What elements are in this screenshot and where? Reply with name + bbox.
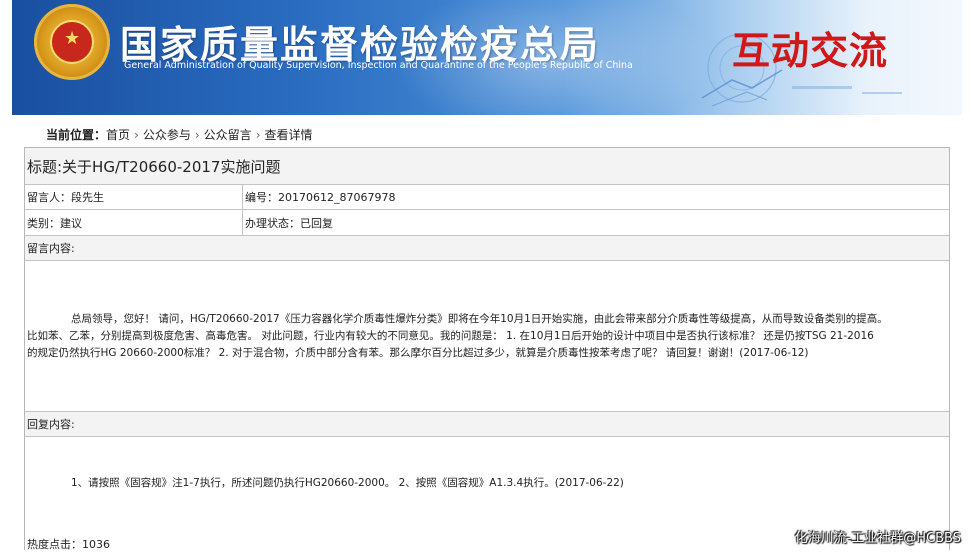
message-content: 总局领导，您好！ 请问，HG/T20660-2017《压力容器化学介质毒性爆炸分… — [25, 261, 949, 412]
author: 留言人：段先生 — [27, 191, 104, 204]
site-banner: ★ 国家质量监督检验检疫总局 General Administration of… — [12, 0, 962, 115]
emblem-logo: ★ — [34, 4, 110, 80]
section-title: 互动交流 — [732, 29, 889, 73]
reply-header: 回复内容: — [25, 412, 949, 437]
content-label: 留言内容: — [27, 242, 75, 255]
watermark: 化海川流-工业社群@HCBBS — [794, 531, 961, 546]
breadcrumb-separator: › — [255, 128, 261, 142]
breadcrumb-separator: › — [134, 128, 139, 142]
message-detail: 标题:关于HG/T20660-2017实施问题 留言人：段先生 编号：20170… — [24, 147, 950, 551]
message-title-row: 标题:关于HG/T20660-2017实施问题 — [25, 147, 949, 185]
info-row: 留言人：段先生 编号：20170612_87067978 — [25, 185, 949, 210]
reply-content: 1、请按照《固容规》注1-7执行，所述问题仍执行HG20660-2000。 2、… — [25, 437, 949, 532]
content-line: 比如苯、乙苯，分别提高到极度危害、高毒危害。 对此问题，行业内有较大的不同意见。… — [27, 330, 874, 342]
breadcrumb-separator: › — [194, 128, 200, 142]
banner-subtitle: General Administration of Quality Superv… — [124, 60, 633, 71]
status: 办理状态：已回复 — [242, 210, 949, 235]
emblem-inner: ★ — [50, 20, 94, 64]
breadcrumb-home[interactable]: 首页 — [106, 128, 130, 142]
info-row: 类别：建议 办理状态：已回复 — [25, 210, 949, 236]
content-line: 的规定仍然执行HG 20660-2000标准？ 2. 对于混合物，介质中部分含有… — [27, 347, 809, 359]
breadcrumb: 当前位置：首页 › 公众参与 › 公众留言 › 查看详情 — [46, 126, 313, 143]
content-line: 总局领导，您好！ 请问，HG/T20660-2017《压力容器化学介质毒性爆炸分… — [71, 313, 888, 325]
breadcrumb-public-messages[interactable]: 公众留言 — [204, 128, 252, 142]
message-number: 编号：20170612_87067978 — [242, 185, 949, 209]
reply-text: 1、请按照《固容规》注1-7执行，所述问题仍执行HG20660-2000。 2、… — [71, 477, 624, 489]
reply-label: 回复内容: — [27, 418, 75, 431]
breadcrumb-current: 查看详情 — [264, 128, 313, 142]
breadcrumb-label: 当前位置： — [46, 128, 107, 142]
category: 类别：建议 — [27, 216, 82, 230]
message-title: 标题:关于HG/T20660-2017实施问题 — [27, 157, 281, 176]
content-header: 留言内容: — [25, 236, 949, 261]
star-icon: ★ — [64, 28, 81, 49]
breadcrumb-public-participation[interactable]: 公众参与 — [143, 128, 191, 142]
